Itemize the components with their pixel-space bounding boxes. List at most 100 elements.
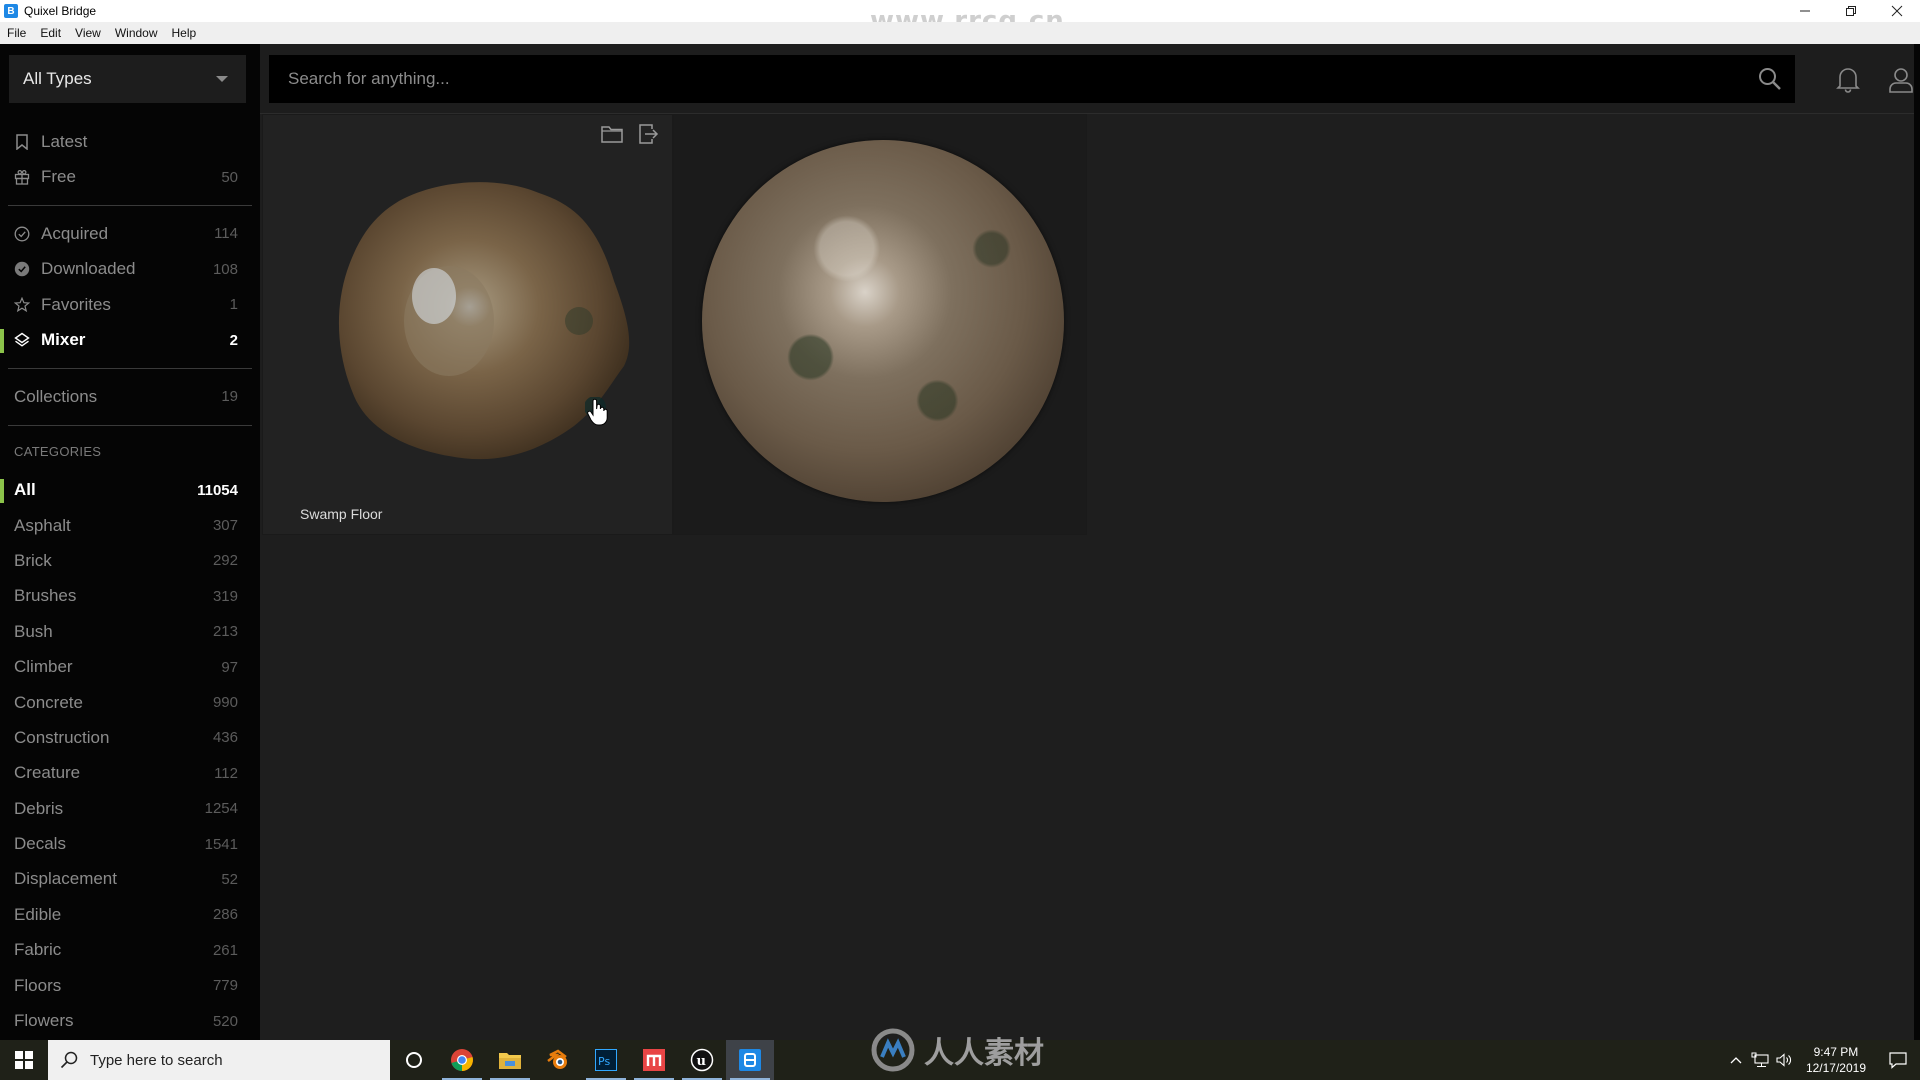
category-item-edible[interactable]: Edible 286 xyxy=(0,897,260,932)
category-item-climber[interactable]: Climber 97 xyxy=(0,649,260,684)
minimize-button[interactable] xyxy=(1782,0,1828,22)
search-input[interactable] xyxy=(269,69,1729,89)
mixer-app-icon xyxy=(643,1049,665,1071)
category-item-bush[interactable]: Bush 213 xyxy=(0,614,260,649)
folder-icon xyxy=(499,1053,521,1069)
star-icon xyxy=(14,296,30,313)
category-count: 319 xyxy=(212,587,238,605)
sidebar-item-downloaded[interactable]: Downloaded 108 xyxy=(0,252,260,288)
menu-view[interactable]: View xyxy=(68,26,108,40)
category-count: 779 xyxy=(212,977,238,995)
tray-network-button[interactable] xyxy=(1748,1040,1772,1080)
category-item-all[interactable]: All 11054 xyxy=(0,473,260,508)
category-item-asphalt[interactable]: Asphalt 307 xyxy=(0,508,260,543)
taskbar-quixel-bridge[interactable] xyxy=(726,1040,774,1080)
sidebar-item-count: 1 xyxy=(229,296,238,314)
search-button[interactable] xyxy=(1757,66,1783,92)
category-label: Construction xyxy=(14,727,110,747)
sidebar-item-label: Downloaded xyxy=(41,259,136,279)
divider xyxy=(8,205,252,206)
taskbar-blender[interactable] xyxy=(534,1040,582,1080)
category-item-decals[interactable]: Decals 1541 xyxy=(0,826,260,861)
start-button[interactable] xyxy=(0,1040,48,1080)
asset-tile[interactable]: Swamp Floor xyxy=(262,114,673,535)
cortana-icon xyxy=(406,1052,422,1068)
sidebar-item-mixer[interactable]: Mixer 2 xyxy=(0,323,260,359)
categories-header: CATEGORIES xyxy=(14,443,102,459)
export-button[interactable] xyxy=(636,123,660,145)
restore-button[interactable] xyxy=(1828,0,1874,22)
hand-cursor-icon xyxy=(585,397,608,426)
system-tray: 9:47 PM 12/17/2019 xyxy=(1724,1040,1920,1080)
category-count: 286 xyxy=(212,906,238,924)
tray-overflow-button[interactable] xyxy=(1724,1040,1748,1080)
check-circle-outline-icon xyxy=(14,226,30,242)
category-item-concrete[interactable]: Concrete 990 xyxy=(0,685,260,720)
type-filter-value: All Types xyxy=(23,69,92,88)
category-item-construction[interactable]: Construction 436 xyxy=(0,720,260,755)
category-label: Fabric xyxy=(14,940,62,960)
action-center-button[interactable] xyxy=(1876,1040,1920,1080)
top-bar xyxy=(260,44,1914,114)
taskbar-chrome[interactable] xyxy=(438,1040,486,1080)
window-controls xyxy=(1782,0,1920,22)
menu-window[interactable]: Window xyxy=(108,26,165,40)
open-folder-button[interactable] xyxy=(600,123,624,145)
window-title: Quixel Bridge xyxy=(24,4,97,18)
clock-date: 12/17/2019 xyxy=(1805,1061,1866,1075)
category-list: All 11054 Asphalt 307 Brick 292 Brushes 319 Bush… xyxy=(0,473,260,1039)
restore-icon xyxy=(1846,6,1856,16)
menu-bar: File Edit View Window Help xyxy=(0,22,1920,44)
network-icon xyxy=(1751,1052,1769,1067)
category-item-fabric[interactable]: Fabric 261 xyxy=(0,933,260,968)
category-item-brushes[interactable]: Brushes 319 xyxy=(0,579,260,614)
divider xyxy=(8,368,252,369)
sidebar-item-count: 50 xyxy=(221,168,238,186)
asset-name: Swamp Floor xyxy=(300,506,383,522)
chevron-down-icon xyxy=(216,76,228,82)
category-item-debris[interactable]: Debris 1254 xyxy=(0,791,260,826)
category-item-floors[interactable]: Floors 779 xyxy=(0,968,260,1003)
category-item-flowers[interactable]: Flowers 520 xyxy=(0,1003,260,1038)
taskbar-photoshop[interactable]: Ps xyxy=(582,1040,630,1080)
taskbar-clock[interactable]: 9:47 PM 12/17/2019 xyxy=(1796,1044,1876,1076)
taskbar-search-placeholder: Type here to search xyxy=(90,1051,223,1069)
category-count: 307 xyxy=(212,517,238,535)
category-item-displacement[interactable]: Displacement 52 xyxy=(0,862,260,897)
sidebar-item-count: 2 xyxy=(229,331,238,349)
taskbar-cortana[interactable] xyxy=(390,1040,438,1080)
account-button[interactable] xyxy=(1888,66,1914,94)
tray-volume-button[interactable] xyxy=(1772,1040,1796,1080)
sidebar-item-free[interactable]: Free 50 xyxy=(0,160,260,196)
sidebar-item-latest[interactable]: Latest xyxy=(0,124,260,160)
close-button[interactable] xyxy=(1874,0,1920,22)
taskbar-search[interactable]: Type here to search xyxy=(48,1040,390,1080)
category-label: Floors xyxy=(14,975,62,995)
sidebar-item-count: 19 xyxy=(221,388,238,406)
check-circle-filled-icon xyxy=(14,261,30,277)
type-filter-dropdown[interactable]: All Types xyxy=(9,55,246,103)
window-edge xyxy=(1914,44,1920,1040)
svg-text:Ps: Ps xyxy=(598,1055,610,1068)
taskbar-file-explorer[interactable] xyxy=(486,1040,534,1080)
category-count: 213 xyxy=(212,623,238,641)
sidebar-nav: Latest Free 50 Acquired 114 Downloaded 1… xyxy=(0,124,260,1039)
sidebar-item-collections[interactable]: Collections 19 xyxy=(0,379,260,415)
category-item-brick[interactable]: Brick 292 xyxy=(0,543,260,578)
menu-help[interactable]: Help xyxy=(165,26,204,40)
sidebar-item-acquired[interactable]: Acquired 114 xyxy=(0,216,260,252)
menu-file[interactable]: File xyxy=(0,26,33,40)
asset-tile[interactable] xyxy=(673,114,1087,535)
search-icon xyxy=(1759,68,1781,90)
category-label: Brushes xyxy=(14,586,77,606)
taskbar-unreal-engine[interactable]: u xyxy=(678,1040,726,1080)
export-icon xyxy=(639,124,659,144)
notifications-button[interactable] xyxy=(1835,66,1861,94)
divider xyxy=(8,424,252,426)
category-item-creature[interactable]: Creature 112 xyxy=(0,756,260,791)
watermark-logo-icon xyxy=(871,1028,915,1072)
taskbar-mixer[interactable] xyxy=(630,1040,678,1080)
category-count: 52 xyxy=(221,870,238,888)
menu-edit[interactable]: Edit xyxy=(33,26,68,40)
sidebar-item-favorites[interactable]: Favorites 1 xyxy=(0,287,260,323)
